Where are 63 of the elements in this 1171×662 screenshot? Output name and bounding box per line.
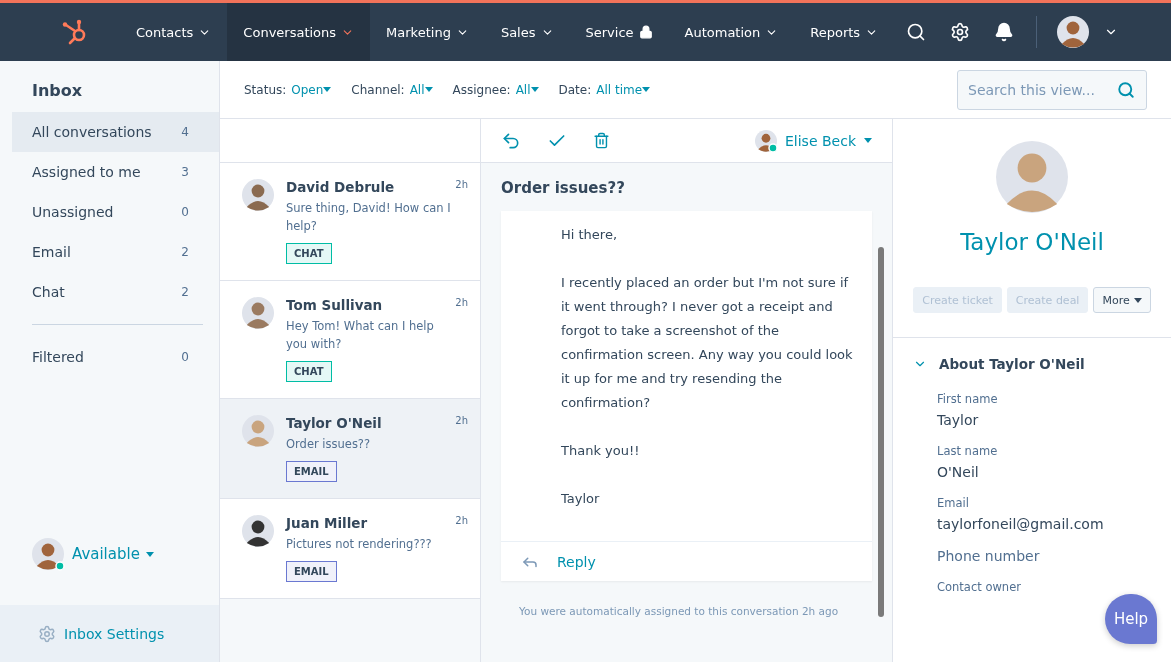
filter-dropdown[interactable]: All [409,82,433,97]
reply-link[interactable]: Reply [557,553,596,570]
search-field[interactable]: Search this view... [957,69,1147,110]
message-text: I recently placed an order but I'm not sure if it went through? I never got a receipt and forgot to take a screenshot of the confirmation screen. Any way you could look it up for me and try resending the confirmation? [561,274,854,412]
filter-label: Assignee: [452,82,511,97]
assignee-dropdown[interactable]: Elise Beck [755,129,872,152]
conversation-item[interactable]: Taylor O'Neil 2h Order issues?? EMAIL [220,399,480,499]
contact-title: Taylor O'Neil [960,229,1104,255]
timestamp: 2h [455,515,468,528]
filter-dropdown[interactable]: Open [291,82,332,97]
sidebar-item[interactable]: Filtered 0 [12,337,219,377]
assignment-note: You were automatically assigned to this conversation 2h ago [518,604,840,617]
contact-name: David Debrule [286,179,395,195]
nav-tab[interactable]: Contacts [120,3,228,61]
conversation-item[interactable]: David Debrule 2h Sure thing, David! How can I help? CHAT [220,163,480,281]
timestamp: 2h [455,179,468,192]
contact-name: Juan Miller [286,515,368,531]
nav-tab[interactable]: Automation [668,3,795,61]
field-label: Contact owner [937,580,1022,594]
filter-label: Date: [558,82,592,97]
sidebar-item[interactable]: Unassigned 0 [12,192,219,232]
nav-tab[interactable]: Sales [484,3,570,61]
nav-tab[interactable]: Service [569,3,669,61]
sidebar-item[interactable]: Chat 2 [12,272,219,312]
contact-name: Tom Sullivan [286,297,383,313]
field-label: Phone number [937,548,1041,564]
sidebar-title: Inbox [31,80,84,102]
sidebar-item[interactable]: Email 2 [12,232,219,272]
channel-tag: CHAT [286,243,332,264]
conversation-item[interactable]: Tom Sullivan 2h Hey Tom! What can I help you with? CHAT [220,281,480,399]
nav-tab[interactable]: Marketing [370,3,485,61]
message-preview: Sure thing, David! How can I help? [286,200,452,235]
channel-tag: EMAIL [286,461,337,482]
message-preview: Order issues?? [286,436,372,453]
message-preview: Pictures not rendering??? [286,536,433,553]
section-title: About Taylor O'Neil [939,356,1085,372]
message-preview: Hey Tom! What can I help you with? [286,318,435,353]
field-label: First name [937,392,999,406]
message-text: Taylor [561,490,601,508]
timestamp: 2h [455,415,468,428]
field-value: O'Neil [937,464,980,480]
sidebar-item[interactable]: All conversations 4 [12,112,219,152]
field-value: taylorfoneil@gmail.com [937,516,1105,532]
nav-tab[interactable]: Reports [794,3,895,61]
message-text: Thank you!! [561,442,641,460]
field-value: Taylor [937,412,980,428]
conversation-item[interactable]: Juan Miller 2h Pictures not rendering??? EMAIL [220,499,480,599]
sidebar-item[interactable]: Assigned to me 3 [12,152,219,192]
filter-label: Status: [244,82,287,97]
help-button[interactable]: Help [1105,594,1157,644]
contact-name: Taylor O'Neil [286,415,382,431]
channel-tag: CHAT [286,361,332,382]
conversation-subject: Order issues?? [500,178,626,199]
field-label: Last name [937,444,999,458]
filter-dropdown[interactable]: All time [596,82,651,97]
message-text: Hi there, [561,226,619,244]
channel-tag: EMAIL [286,561,337,582]
nav-tab[interactable]: Conversations [227,3,371,61]
field-label: Email [937,496,970,510]
timestamp: 2h [455,297,468,310]
action-button[interactable]: More [1093,287,1151,313]
filter-label: Channel: [351,82,405,97]
filter-dropdown[interactable]: All [515,82,539,97]
